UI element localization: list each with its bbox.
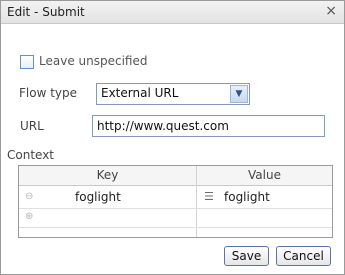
row-separator xyxy=(19,208,332,209)
context-label: Context xyxy=(7,148,55,162)
row-key[interactable]: foglight xyxy=(75,190,121,204)
dialog-title: Edit - Submit xyxy=(7,5,85,19)
chevron-down-icon[interactable]: ▼ xyxy=(230,85,248,103)
edit-submit-dialog: Edit - Submit × Leave unspecified Flow t… xyxy=(0,0,345,275)
flow-type-select[interactable]: External URL ▼ xyxy=(96,83,250,105)
url-label: URL xyxy=(20,119,44,133)
context-table: Key Value ⊖ foglight ☰ foglight ⊕ xyxy=(18,165,333,238)
row-separator xyxy=(19,227,332,228)
add-row-icon[interactable]: ⊕ xyxy=(25,211,33,222)
flow-type-label: Flow type xyxy=(19,86,78,100)
leave-unspecified-label: Leave unspecified xyxy=(39,54,148,68)
close-icon[interactable]: × xyxy=(325,3,337,19)
list-type-icon: ☰ xyxy=(204,190,214,203)
url-input[interactable] xyxy=(92,115,325,137)
leave-unspecified-checkbox[interactable] xyxy=(20,55,34,69)
dialog-titlebar: Edit - Submit × xyxy=(1,1,344,24)
column-header-value[interactable]: Value xyxy=(197,166,332,186)
flow-type-value: External URL xyxy=(101,86,179,100)
column-header-key[interactable]: Key xyxy=(19,166,196,186)
row-value[interactable]: foglight xyxy=(224,190,270,204)
remove-row-icon[interactable]: ⊖ xyxy=(25,191,33,202)
save-button[interactable]: Save xyxy=(224,246,269,266)
cancel-button[interactable]: Cancel xyxy=(276,246,331,266)
